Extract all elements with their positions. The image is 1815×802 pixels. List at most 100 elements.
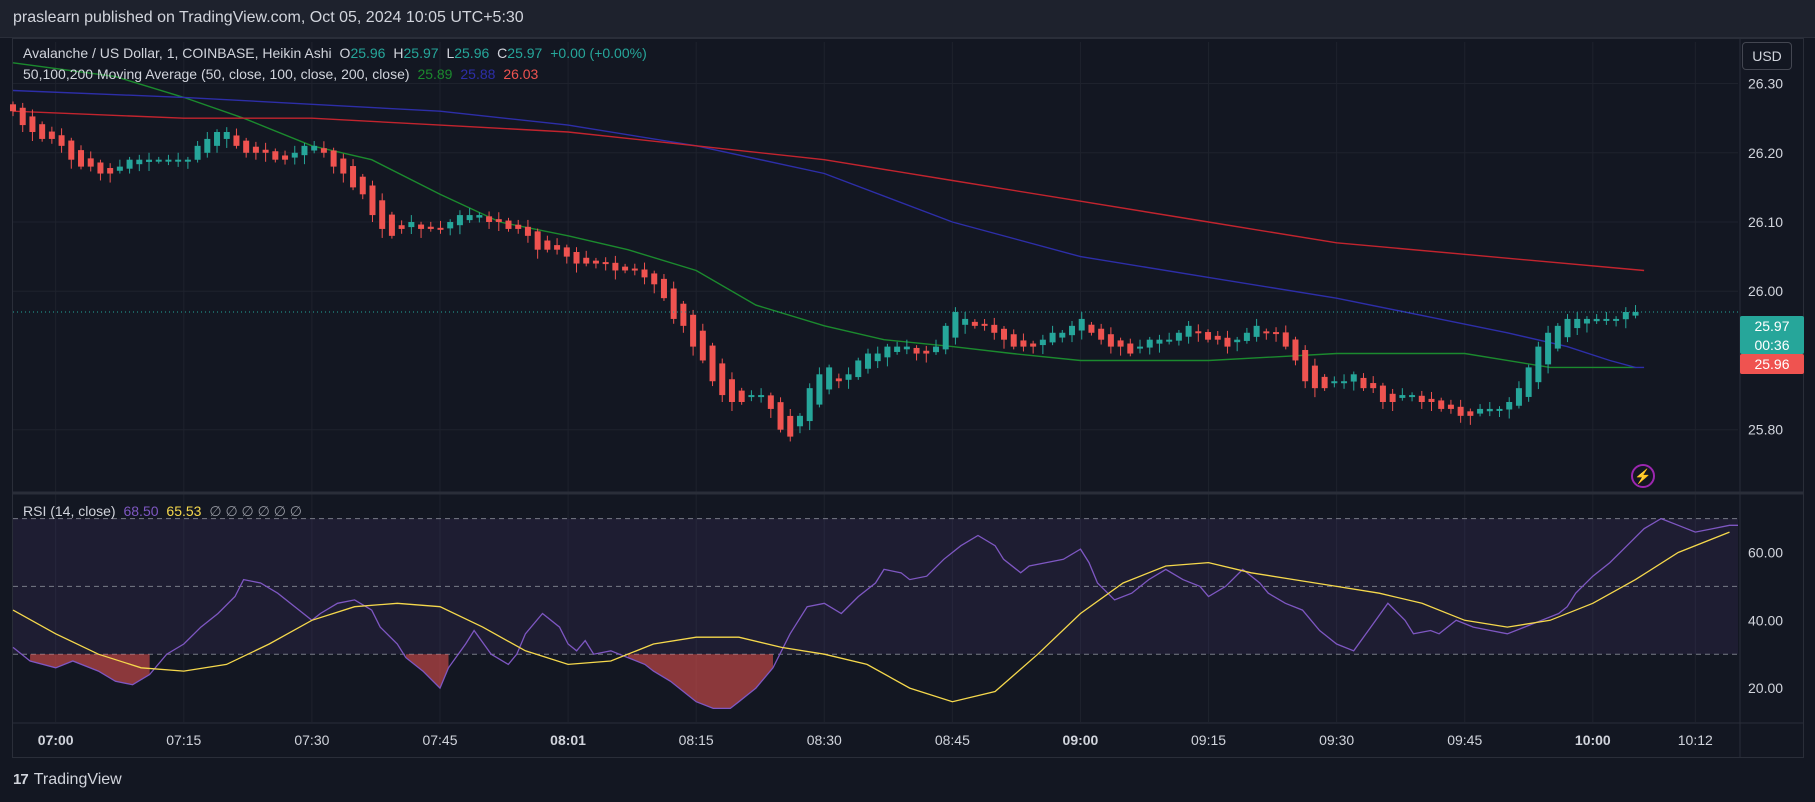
candle-body — [796, 415, 803, 427]
candle-body — [466, 215, 473, 221]
candle-body — [563, 247, 570, 257]
candle-body — [1370, 383, 1377, 389]
brand-name: TradingView — [33, 771, 122, 788]
candle-body — [48, 131, 55, 139]
candle-body — [437, 227, 444, 230]
candle-body — [1273, 332, 1280, 335]
candle-body — [1010, 334, 1017, 347]
time-tick-label: 09:30 — [1319, 732, 1354, 748]
candle-body — [1195, 331, 1202, 334]
candle-body — [1185, 325, 1192, 337]
rsi-ma-value: 65.53 — [166, 503, 202, 519]
candle-body — [816, 374, 823, 405]
candle-body — [1554, 325, 1561, 349]
time-tick-label: 08:01 — [550, 732, 586, 748]
candle-body — [651, 273, 658, 285]
ohlc-open-value: 25.96 — [350, 45, 386, 61]
candle-body — [913, 347, 920, 354]
ma-legend[interactable]: 50,100,200 Moving Average (50, close, 10… — [23, 66, 542, 82]
price-chart[interactable]: 25.80 26.00 26.10 26.20 26.30 20.00 40.00 60.00… — [0, 0, 1815, 802]
candle-body — [1214, 335, 1221, 340]
time-tick-label: 07:00 — [38, 732, 74, 748]
candle-body — [884, 346, 891, 358]
candle-body — [1515, 388, 1522, 406]
candle-body — [1360, 377, 1367, 389]
candle-body — [340, 158, 347, 174]
candle-body — [981, 323, 988, 326]
candle-body — [282, 155, 289, 160]
time-tick-label: 07:45 — [422, 732, 457, 748]
candle-body — [767, 395, 774, 409]
candle-body — [1486, 408, 1493, 412]
candle-body — [87, 158, 94, 167]
rsi-oversold-fill — [627, 654, 774, 709]
candle-body — [379, 200, 386, 229]
candle-body — [738, 390, 745, 402]
candle-body — [1622, 312, 1629, 320]
ma50-value: 25.89 — [417, 66, 453, 82]
candle-body — [554, 245, 561, 250]
lightning-bolt-icon[interactable]: ⚡ — [1631, 464, 1655, 488]
candle-body — [1282, 332, 1289, 347]
candle-body — [1438, 400, 1445, 409]
rsi-tick-label: 20.00 — [1748, 680, 1783, 696]
current-price-tag: 25.97 — [1740, 316, 1804, 336]
candle-body — [942, 325, 949, 350]
candle-body — [456, 215, 463, 226]
candle-body — [1175, 332, 1182, 341]
rsi-tick-label: 40.00 — [1748, 612, 1783, 628]
candle-body — [97, 162, 104, 174]
candle-body — [1030, 343, 1037, 347]
candle-body — [418, 224, 425, 229]
candle-body — [845, 374, 852, 380]
candle-body — [1292, 339, 1299, 361]
candle-body — [29, 116, 36, 132]
candle-body — [369, 185, 376, 216]
candle-body — [515, 224, 522, 229]
candle-body — [1107, 334, 1114, 347]
tradingview-brand[interactable]: 17 TradingView — [13, 771, 122, 789]
candle-body — [864, 353, 871, 369]
candle-body — [1341, 381, 1348, 384]
currency-button[interactable]: USD — [1742, 42, 1792, 70]
candle-body — [1127, 343, 1134, 354]
candle-body — [262, 149, 269, 153]
candle-body — [388, 214, 395, 236]
candle-body — [359, 176, 366, 195]
candle-body — [1389, 393, 1396, 402]
candle-body — [1457, 406, 1464, 416]
candle-body — [534, 231, 541, 250]
candle-body — [184, 159, 191, 162]
rsi-empty-values: ∅ ∅ ∅ ∅ ∅ ∅ — [209, 503, 302, 519]
price-tick-label: 26.00 — [1748, 283, 1783, 299]
ma-line-ma-200 — [12, 110, 1645, 272]
candle-body — [826, 367, 833, 390]
candle-body — [1603, 318, 1610, 321]
candle-body — [214, 132, 221, 146]
price-tick-label: 26.30 — [1748, 76, 1783, 92]
candle-body — [1379, 385, 1386, 402]
candle-body — [1117, 340, 1124, 347]
symbol-legend[interactable]: Avalanche / US Dollar, 1, COINBASE, Heik… — [23, 45, 651, 61]
candle-body — [690, 314, 697, 347]
candle-body — [894, 346, 901, 352]
candle-body — [1428, 398, 1435, 402]
candle-body — [116, 166, 123, 171]
ohlc-close-value: 25.97 — [507, 45, 543, 61]
candle-body — [1350, 374, 1357, 382]
ma100-value: 25.88 — [460, 66, 496, 82]
candle-body — [1302, 349, 1309, 382]
candle-body — [1166, 339, 1173, 342]
candle-body — [1418, 395, 1425, 402]
candle-body — [641, 269, 648, 278]
candle-countdown-tag: 00:36 — [1740, 336, 1804, 354]
rsi-legend[interactable]: RSI (14, close) 68.50 65.53 ∅ ∅ ∅ ∅ ∅ ∅ — [23, 503, 306, 520]
candle-body — [39, 124, 46, 139]
candle-body — [787, 415, 794, 437]
candle-body — [311, 145, 318, 151]
candle-body — [1447, 404, 1454, 409]
candle-body — [243, 140, 250, 153]
candle-body — [68, 140, 75, 160]
time-tick-label: 10:12 — [1678, 732, 1713, 748]
candle-body — [398, 225, 405, 229]
